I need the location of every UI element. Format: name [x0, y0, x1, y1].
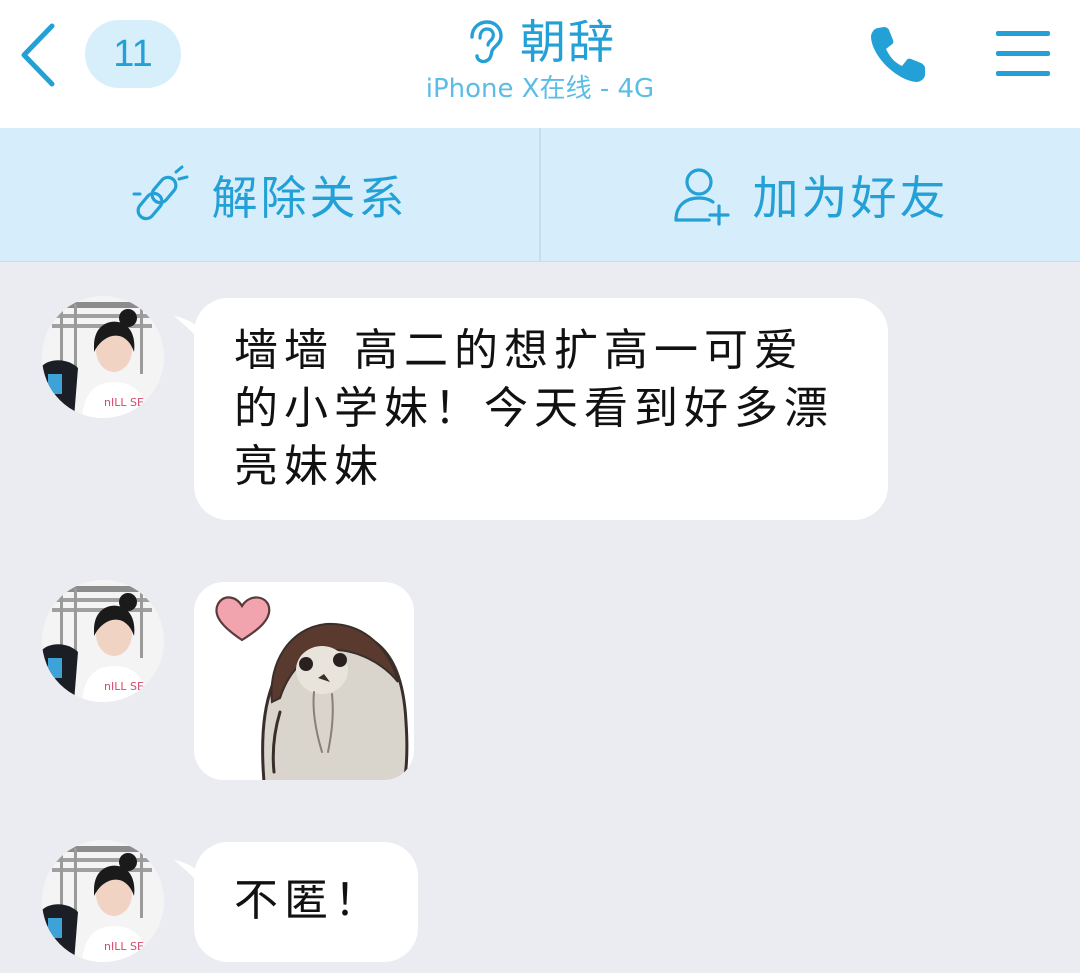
sticker-message[interactable]	[194, 582, 414, 780]
svg-text:nILL SE: nILL SE	[104, 940, 144, 953]
message-text: 墙墙 高二的想扩高一可爱 的小学妹！今天看到好多漂 亮妹妹	[234, 322, 874, 496]
call-button[interactable]	[866, 22, 936, 88]
ear-icon	[470, 20, 503, 64]
add-friend-button[interactable]: 加为好友	[541, 128, 1080, 262]
back-button[interactable]	[14, 20, 64, 90]
avatar[interactable]: nILL SE	[42, 580, 164, 702]
add-user-icon	[673, 168, 730, 226]
add-friend-label: 加为好友	[752, 171, 949, 225]
avatar[interactable]: nILL SE	[42, 840, 164, 962]
message-text: 不匿！	[234, 872, 404, 930]
menu-button[interactable]	[994, 28, 1052, 80]
message-bubble[interactable]: 不匿！	[194, 842, 418, 962]
avatar-photo: nILL SE	[42, 580, 164, 702]
contact-name: 朝辞	[520, 15, 616, 69]
message-bubble[interactable]: 墙墙 高二的想扩高一可爱 的小学妹！今天看到好多漂 亮妹妹	[194, 298, 888, 520]
chat-title: 朝辞 iPhone X在线 - 4G	[340, 14, 740, 106]
message-line: 的小学妹！今天看到好多漂	[234, 383, 834, 434]
unlink-relationship-button[interactable]: 解除关系	[0, 128, 539, 262]
avatar-photo: nILL SE	[42, 840, 164, 962]
chat-header: 11 朝辞 iPhone X在线 - 4G	[0, 0, 1080, 128]
unread-count-badge[interactable]: 11	[85, 20, 181, 88]
svg-text:nILL SE: nILL SE	[104, 396, 144, 409]
unlink-label: 解除关系	[211, 171, 408, 225]
chevron-left-icon	[21, 23, 55, 87]
svg-text:nILL SE: nILL SE	[104, 680, 144, 693]
avatar[interactable]: nILL SE	[42, 296, 164, 418]
penguin-with-heart-sticker	[194, 582, 414, 780]
hamburger-menu-icon	[996, 31, 1050, 76]
broken-link-icon	[132, 165, 188, 221]
phone-icon	[871, 27, 925, 82]
message-line: 亮妹妹	[234, 441, 384, 492]
relationship-action-bar: 解除关系 加为好友	[0, 128, 1080, 262]
online-status: iPhone X在线 - 4G	[425, 74, 655, 104]
avatar-photo: nILL SE	[42, 296, 164, 418]
message-line: 不匿！	[234, 875, 384, 926]
message-line: 墙墙 高二的想扩高一可爱	[234, 325, 804, 376]
chat-screen: 11 朝辞 iPhone X在线 - 4G 解除关系 加为好友 nILL SE …	[0, 0, 1080, 973]
